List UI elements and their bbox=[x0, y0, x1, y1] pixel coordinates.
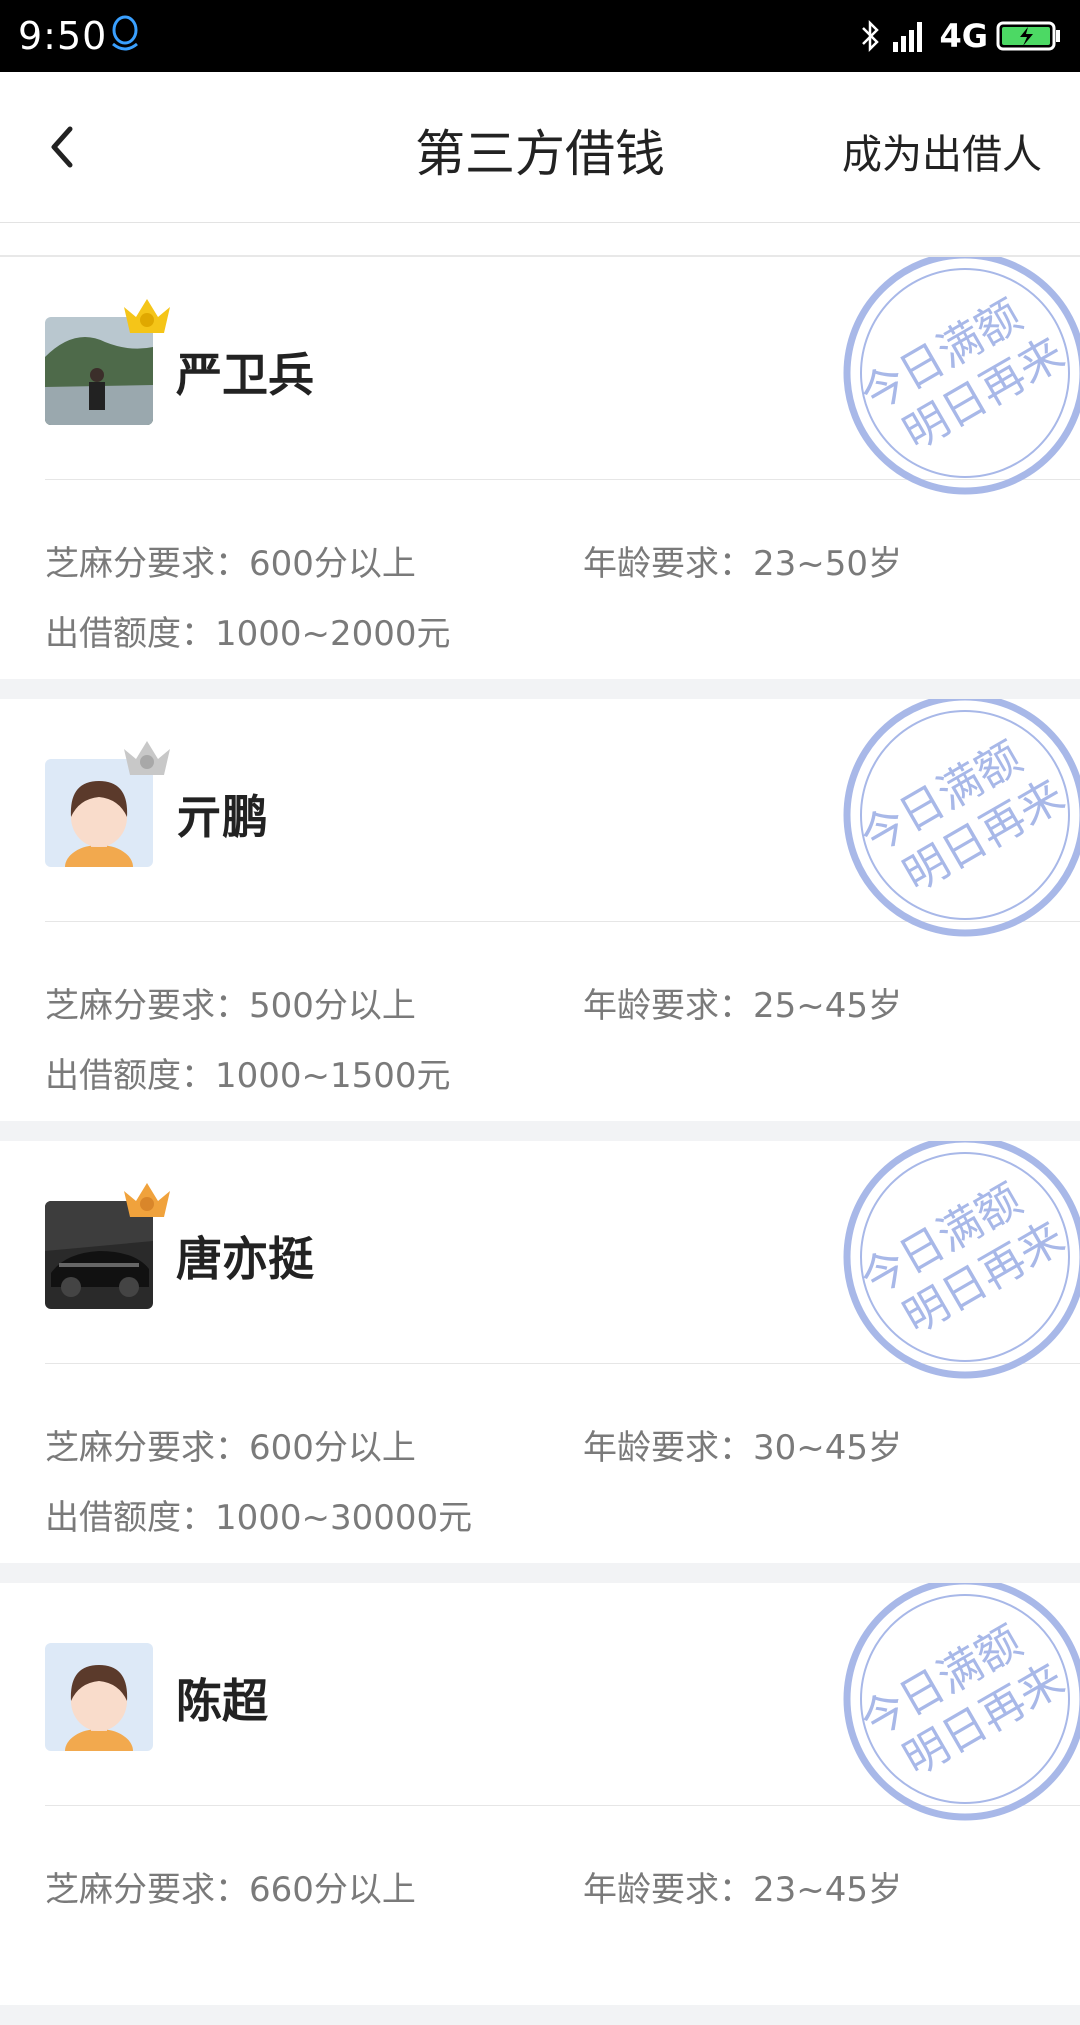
age-req-value: 23~45岁 bbox=[753, 1870, 903, 1910]
score-req-value: 600分以上 bbox=[249, 544, 416, 584]
age-req-value: 30~45岁 bbox=[753, 1428, 903, 1468]
amount-label: 出借额度： bbox=[45, 614, 215, 654]
amount-value: 1000~1500元 bbox=[215, 1056, 451, 1096]
score-req-value: 500分以上 bbox=[249, 986, 416, 1026]
become-lender-button[interactable]: 成为出借人 bbox=[842, 122, 1042, 180]
lender-card-header: 陈超 bbox=[0, 1583, 1080, 1805]
score-req-value: 660分以上 bbox=[249, 1870, 416, 1910]
status-icons: 4G bbox=[859, 12, 1062, 60]
divider bbox=[45, 1363, 1080, 1364]
network-type: 4G bbox=[939, 17, 988, 55]
crown-icon bbox=[124, 299, 170, 333]
lender-name: 严卫兵 bbox=[176, 348, 314, 402]
lender-requirements: 芝麻分要求：600分以上 年龄要求：30~45岁 出借额度： 1000~30000… bbox=[45, 1413, 1045, 1553]
lender-card-header: 严卫兵 bbox=[0, 257, 1080, 479]
amount-value: 1000~2000元 bbox=[215, 614, 451, 654]
nav-bar: 第三方借钱 成为出借人 bbox=[0, 72, 1080, 223]
age-req-label: 年龄要求： bbox=[583, 1428, 753, 1468]
score-req-label: 芝麻分要求： bbox=[45, 544, 249, 584]
avatar bbox=[45, 1643, 153, 1751]
lender-card-header: 亓鹏 bbox=[0, 699, 1080, 921]
qq-icon bbox=[112, 15, 138, 51]
lender-list: 严卫兵 芝麻分要求：600分以上 年龄要求：23~50岁 出借额度： 1000~2… bbox=[0, 223, 1080, 2025]
amount-value: 1000~30000元 bbox=[215, 1498, 473, 1538]
list-top-spacer bbox=[0, 223, 1080, 257]
divider bbox=[45, 921, 1080, 922]
amount-label: 出借额度： bbox=[45, 1056, 215, 1096]
score-req-label: 芝麻分要求： bbox=[45, 1870, 249, 1910]
age-req-value: 23~50岁 bbox=[753, 544, 903, 584]
lender-name: 唐亦挺 bbox=[176, 1232, 314, 1286]
age-req-label: 年龄要求： bbox=[583, 986, 753, 1026]
lender-card-header: 唐亦挺 bbox=[0, 1141, 1080, 1363]
age-req-value: 25~45岁 bbox=[753, 986, 903, 1026]
lender-requirements: 芝麻分要求：600分以上 年龄要求：23~50岁 出借额度： 1000~2000元 bbox=[45, 529, 1045, 669]
lender-name: 亓鹏 bbox=[176, 790, 268, 844]
signal-icon bbox=[893, 22, 923, 52]
crown-icon bbox=[124, 741, 170, 775]
score-req-label: 芝麻分要求： bbox=[45, 1428, 249, 1468]
lender-requirements: 芝麻分要求：660分以上 年龄要求：23~45岁 bbox=[45, 1855, 1045, 1925]
lender-card[interactable]: 陈超 芝麻分要求：660分以上 年龄要求：23~45岁 今日满额 明日再来 bbox=[0, 1583, 1080, 2005]
crown-icon bbox=[124, 1183, 170, 1217]
score-req-value: 600分以上 bbox=[249, 1428, 416, 1468]
status-time: 9:50 bbox=[18, 14, 108, 58]
lender-card[interactable]: 亓鹏 芝麻分要求：500分以上 年龄要求：25~45岁 出借额度： 1000~15… bbox=[0, 699, 1080, 1121]
bluetooth-icon bbox=[862, 19, 880, 53]
amount-label: 出借额度： bbox=[45, 1498, 215, 1538]
score-req-label: 芝麻分要求： bbox=[45, 986, 249, 1026]
status-bar: 9:50 4G bbox=[0, 0, 1080, 72]
age-req-label: 年龄要求： bbox=[583, 544, 753, 584]
divider bbox=[45, 1805, 1080, 1806]
age-req-label: 年龄要求： bbox=[583, 1870, 753, 1910]
battery-icon bbox=[996, 21, 1060, 51]
lender-name: 陈超 bbox=[176, 1674, 268, 1728]
lender-card[interactable]: 唐亦挺 芝麻分要求：600分以上 年龄要求：30~45岁 出借额度： 1000~3… bbox=[0, 1141, 1080, 1563]
lender-requirements: 芝麻分要求：500分以上 年龄要求：25~45岁 出借额度： 1000~1500元 bbox=[45, 971, 1045, 1111]
lender-card[interactable]: 严卫兵 芝麻分要求：600分以上 年龄要求：23~50岁 出借额度： 1000~2… bbox=[0, 257, 1080, 679]
divider bbox=[45, 479, 1080, 480]
